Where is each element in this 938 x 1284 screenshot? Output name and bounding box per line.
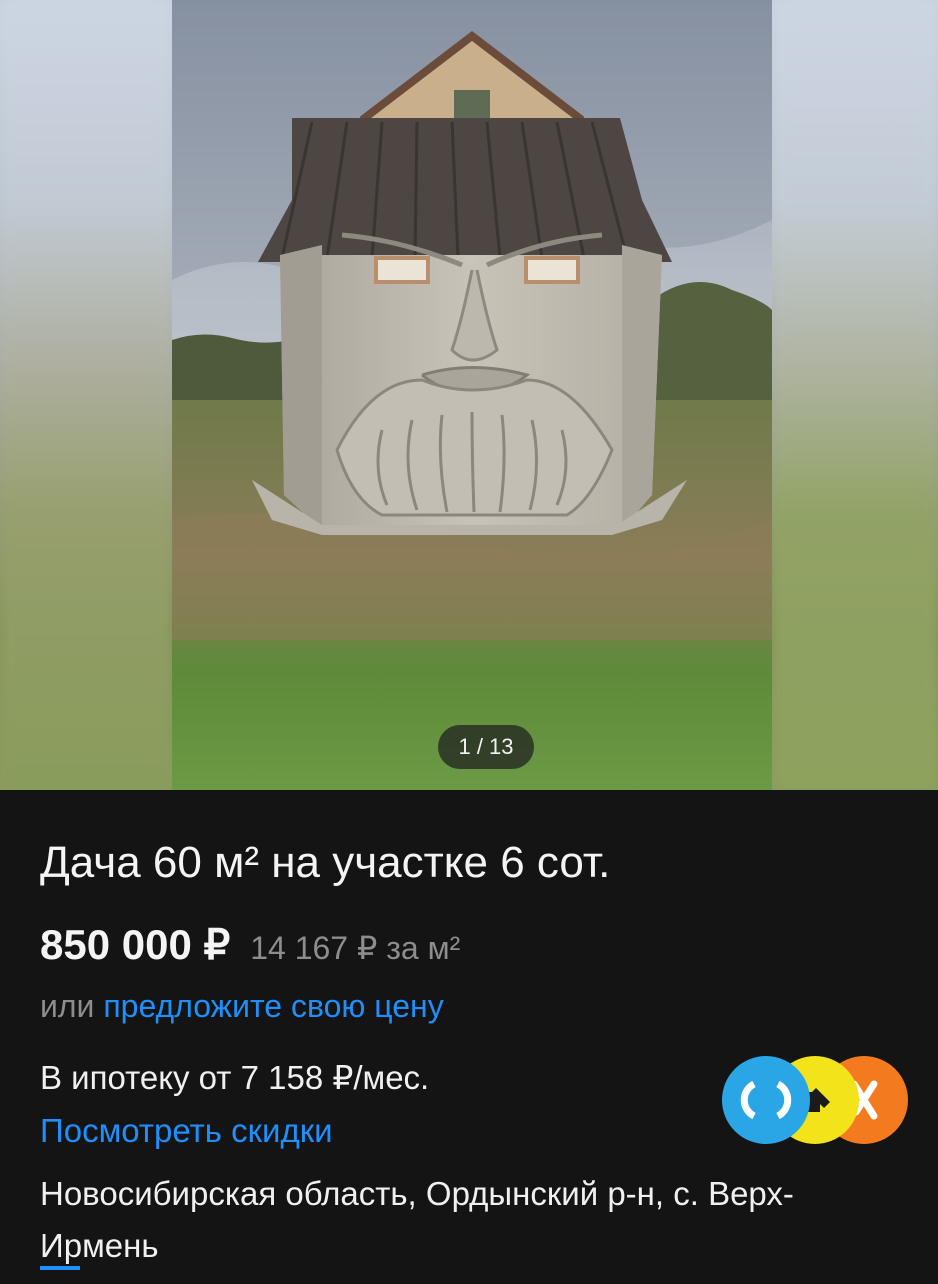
blurred-photo-backdrop-right (772, 0, 938, 790)
price-row: 850 000 ₽ 14 167 ₽ за м² (40, 920, 460, 969)
mortgage-info: В ипотеку от 7 158 ₽/мес. (40, 1059, 430, 1096)
blurred-photo-backdrop-left (0, 0, 172, 790)
listing-address: Новосибирская область, Ордынский р-н, с.… (40, 1175, 794, 1264)
listing-info-panel: Дача 60 м² на участке 6 сот. 850 000 ₽ 1… (0, 790, 938, 1280)
blue-bank-icon (722, 1056, 810, 1144)
price-per-square-meter: 14 167 ₽ за м² (250, 930, 461, 966)
truncated-link[interactable] (40, 1266, 80, 1284)
offer-prefix: или (40, 988, 104, 1024)
partner-banks-logos[interactable] (720, 1054, 910, 1146)
listing-price: 850 000 ₽ (40, 921, 231, 968)
view-discounts-link[interactable]: Посмотреть скидки (40, 1112, 333, 1150)
house-with-carved-face-photo[interactable] (172, 0, 772, 790)
offer-price-line: или предложите свою цену (40, 988, 444, 1025)
photo-counter: 1 / 13 (438, 725, 534, 769)
offer-price-link[interactable]: предложите свою цену (103, 988, 443, 1024)
listing-title: Дача 60 м² на участке 6 сот. (40, 838, 611, 887)
photo-gallery[interactable]: 1 / 13 (0, 0, 938, 790)
